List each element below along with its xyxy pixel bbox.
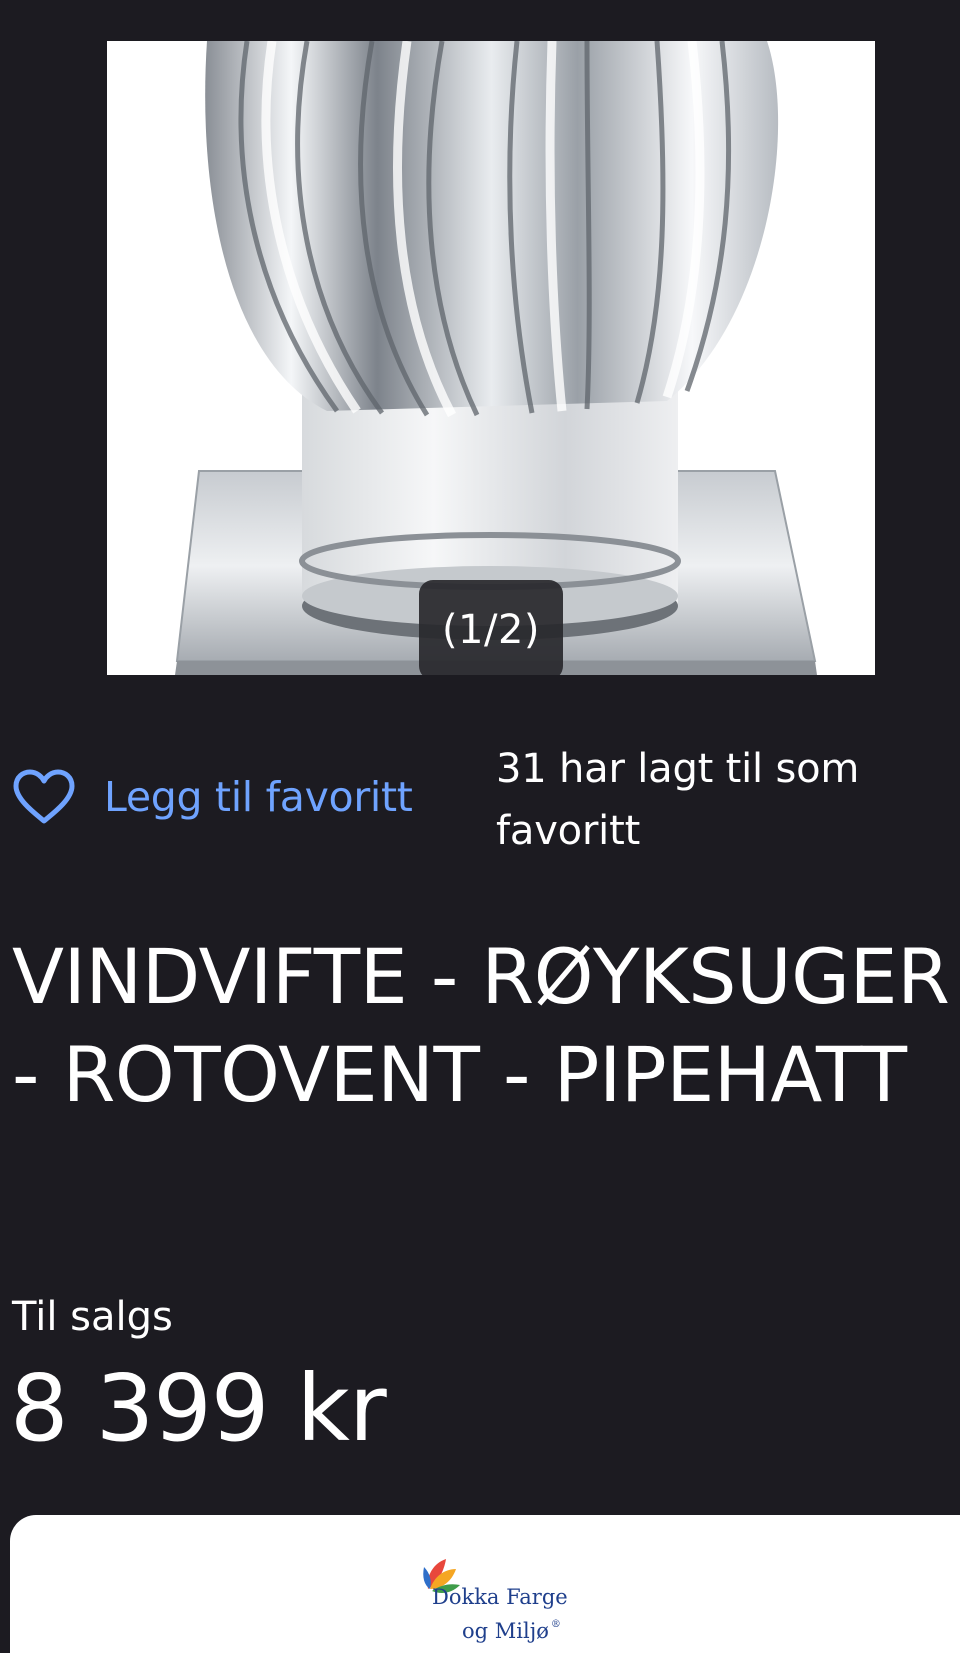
image-counter: (1/2) (419, 580, 563, 675)
favorite-count: 31 har lagt til som favoritt (496, 746, 860, 854)
listing-price: 8 399 kr (10, 1355, 387, 1462)
listing-title: VINDVIFTE - RØYKSUGER - ROTOVENT - PIPEH… (12, 932, 950, 1119)
product-image[interactable]: (1/2) (107, 41, 875, 675)
favorite-row: Legg til favoritt 31 har lagt til som fa… (12, 738, 952, 854)
add-to-favorites-label: Legg til favoritt (104, 773, 413, 821)
seller-logo-name: Dokka Farge (432, 1585, 568, 1609)
seller-card[interactable]: Dokka Farge og Miljø ® (10, 1515, 960, 1653)
seller-logo-sub: og Miljø ® (462, 1619, 561, 1643)
listing-page: (1/2) Legg til favoritt 31 har lagt til … (0, 0, 960, 1653)
listing-status: Til salgs (12, 1294, 173, 1340)
heart-outline-icon (13, 769, 75, 824)
add-to-favorites-button[interactable]: Legg til favoritt (12, 762, 413, 832)
seller-logo[interactable]: Dokka Farge og Miljø ® (414, 1541, 574, 1651)
